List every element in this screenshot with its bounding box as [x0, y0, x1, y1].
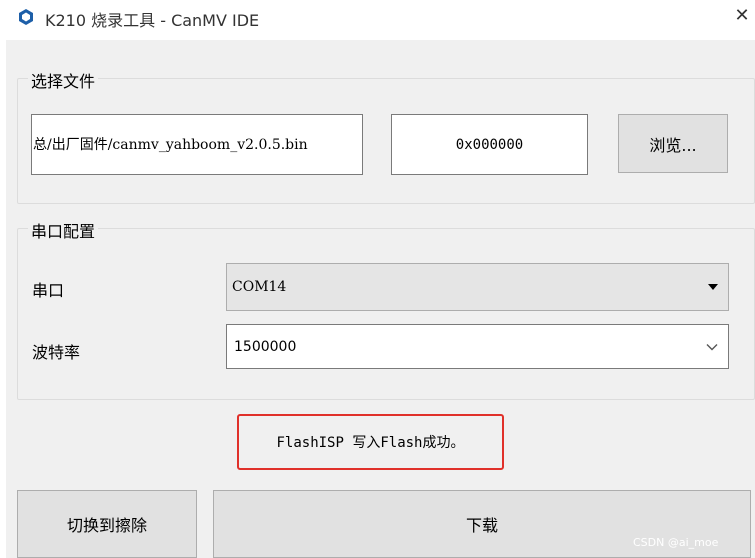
port-select[interactable]: COM14	[226, 263, 729, 311]
address-field[interactable]: 0x000000	[391, 114, 588, 175]
baud-label: 波特率	[32, 343, 81, 362]
port-label: 串口	[32, 281, 65, 300]
dropdown-arrow-icon	[708, 284, 718, 290]
file-path-field[interactable]: 总/出厂固件/canmv_yahboom_v2.0.5.bin	[31, 114, 363, 175]
title-bar: K210 烧录工具 - CanMV IDE ✕	[0, 0, 755, 34]
port-select-value: COM14	[232, 279, 287, 295]
close-icon[interactable]: ✕	[730, 4, 754, 28]
file-select-group-title: 选择文件	[28, 68, 99, 92]
window-title: K210 烧录工具 - CanMV IDE	[45, 11, 260, 30]
serial-config-group-title: 串口配置	[28, 218, 99, 242]
watermark: CSDN @ai_moe	[633, 536, 719, 549]
status-message: FlashISP 写入Flash成功。	[237, 414, 504, 470]
browse-button[interactable]: 浏览...	[618, 114, 728, 173]
switch-to-erase-button[interactable]: 切换到擦除	[17, 490, 197, 558]
serial-config-group	[17, 228, 755, 400]
chevron-down-icon	[706, 343, 718, 350]
baud-select[interactable]: 1500000	[226, 324, 729, 369]
app-icon	[19, 9, 33, 25]
baud-select-value: 1500000	[234, 338, 297, 355]
